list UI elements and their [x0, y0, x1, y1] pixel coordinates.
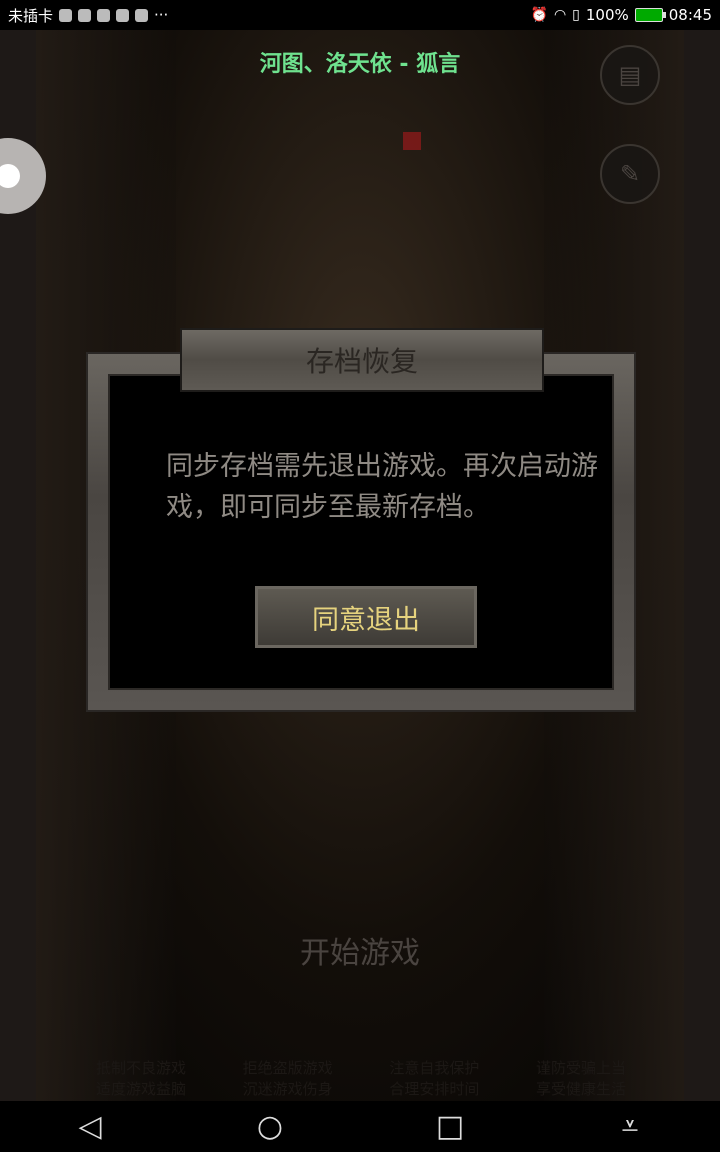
notice-line: 享受健康生活: [535, 1080, 626, 1098]
status-bar: 未插卡 ··· ⏰ ◠ ▯ 100% 08:45: [0, 0, 720, 30]
navigation-bar: ◁ ○ □ ⩡: [0, 1101, 720, 1152]
start-game-button[interactable]: 开始游戏: [36, 928, 684, 972]
notice-column: 抵制不良游戏 适度游戏益脑: [96, 1058, 186, 1100]
notice-line: 沉迷游戏伤身: [242, 1080, 333, 1098]
battery-percent: 100%: [585, 6, 629, 24]
health-notice: 抵制不良游戏 适度游戏益脑 拒绝盗版游戏 沉迷游戏伤身 注意自我保护 合理安排时…: [96, 1058, 626, 1100]
notification-app-icon: [135, 8, 149, 22]
agree-exit-button[interactable]: 同意退出: [255, 586, 477, 648]
carrier-text: 未插卡: [8, 6, 54, 25]
notification-app-icon: [78, 8, 92, 22]
game-logo: [146, 100, 586, 280]
save-button[interactable]: ▤: [600, 45, 660, 105]
note-button[interactable]: ✎: [600, 144, 660, 204]
dialog-message: 同步存档需先退出游戏。再次启动游戏，即可同步至最新存档。: [166, 451, 598, 523]
notice-line: 拒绝盗版游戏: [242, 1059, 333, 1077]
restore-save-dialog: 同步存档需先退出游戏。再次启动游戏，即可同步至最新存档。 同意退出: [86, 352, 636, 712]
notice-column: 注意自我保护 合理安排时间: [389, 1058, 479, 1100]
battery-icon: [634, 8, 666, 22]
note-edit-icon: ✎: [619, 160, 641, 188]
notification-app-icon: [116, 8, 130, 22]
notification-app-icon: [59, 8, 73, 22]
save-icon: ▤: [618, 61, 642, 89]
back-icon[interactable]: ◁: [60, 1109, 120, 1144]
notice-line: 注意自我保护: [389, 1059, 480, 1077]
notification-pulldown-icon[interactable]: ⩡: [600, 1109, 660, 1144]
notice-line: 抵制不良游戏: [96, 1059, 187, 1077]
home-icon[interactable]: ○: [240, 1109, 300, 1144]
notice-column: 谨防受骗上当 享受健康生活: [536, 1058, 626, 1100]
recents-icon[interactable]: □: [420, 1109, 480, 1144]
notice-column: 拒绝盗版游戏 沉迷游戏伤身: [243, 1058, 333, 1100]
wifi-icon: ◠: [553, 7, 567, 23]
clock: 08:45: [668, 6, 712, 24]
now-playing-title: 河图、洛天依 - 狐言: [259, 52, 461, 77]
letterbox-right: [684, 30, 720, 1101]
more-notifications-icon: ···: [154, 6, 169, 24]
logo-seal: [403, 132, 421, 150]
notice-line: 合理安排时间: [389, 1080, 480, 1098]
dialog-title: 存档恢复: [180, 328, 544, 392]
alarm-icon: ⏰: [530, 7, 548, 23]
assist-ball-dot-icon: [0, 164, 20, 188]
dialog-body: 同步存档需先退出游戏。再次启动游戏，即可同步至最新存档。 同意退出: [108, 374, 614, 690]
sim-icon: ▯: [572, 7, 580, 23]
notice-line: 适度游戏益脑: [96, 1080, 187, 1098]
notice-line: 谨防受骗上当: [535, 1059, 626, 1077]
notification-app-icon: [97, 8, 111, 22]
